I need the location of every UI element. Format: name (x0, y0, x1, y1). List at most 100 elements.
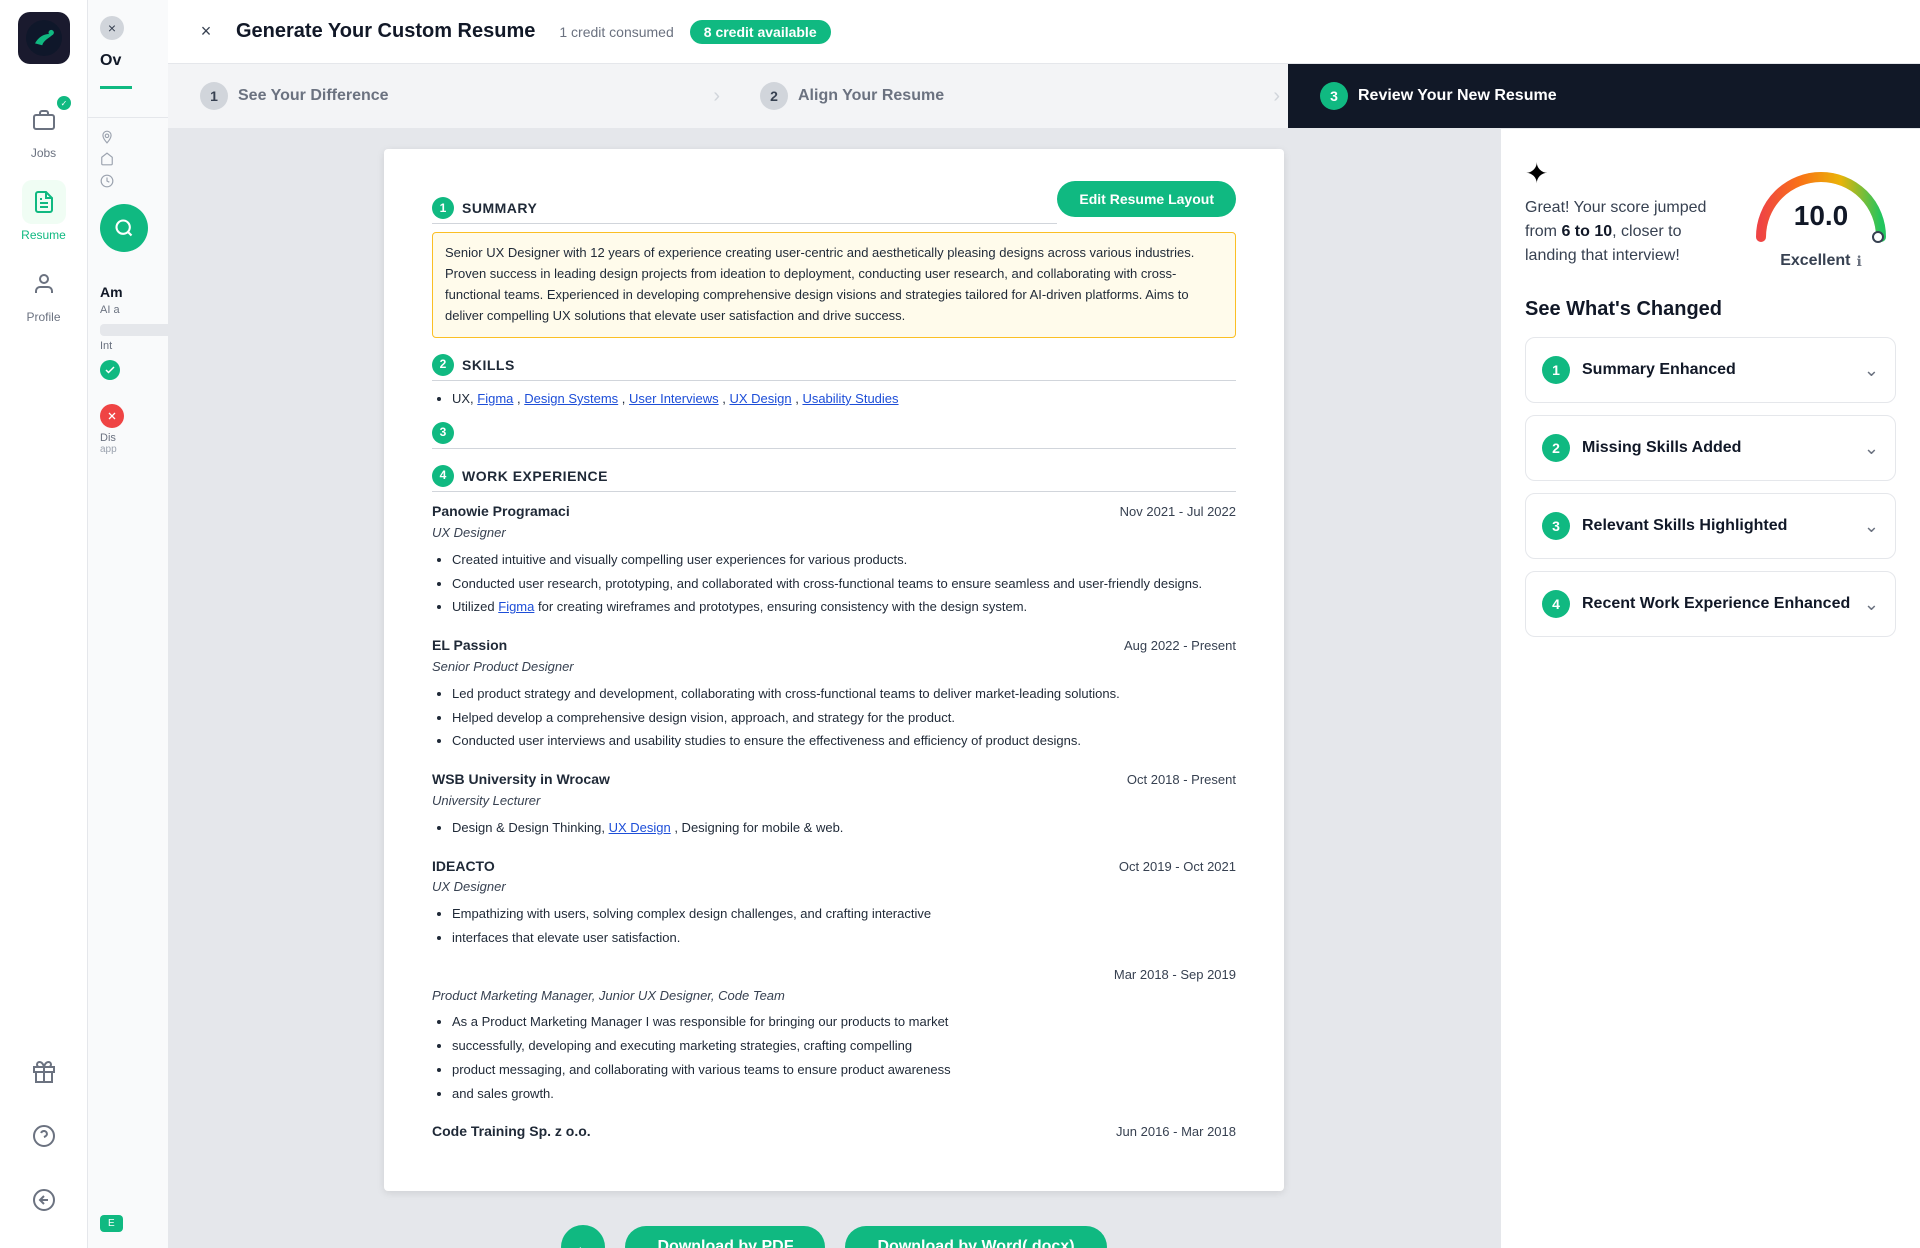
sidebar-item-gift[interactable] (0, 1040, 87, 1104)
bullet-item: As a Product Marketing Manager I was res… (452, 1012, 1236, 1033)
work-section-num: 4 (432, 465, 454, 487)
app-logo[interactable] (18, 12, 70, 64)
pmm-header: Mar 2018 - Sep 2019 (432, 965, 1236, 986)
elpassion-company: EL Passion (432, 634, 507, 656)
modal-close-button[interactable]: × (192, 18, 220, 46)
step-1[interactable]: 1 See Your Difference (168, 64, 705, 128)
credit-consumed-text: 1 credit consumed (559, 24, 673, 40)
chevron-down-icon-2: ⌄ (1864, 438, 1879, 459)
score-message: Great! Your score jumped from 6 to 10, c… (1525, 196, 1726, 268)
codetraining-dates: Jun 2016 - Mar 2018 (1116, 1122, 1236, 1143)
summary-section-num: 1 (432, 197, 454, 219)
sidebar-item-help[interactable] (0, 1104, 87, 1168)
wsb-company: WSB University in Wrocaw (432, 768, 610, 790)
sidebar-item-profile[interactable]: Profile (0, 252, 87, 334)
change-1-num: 1 (1542, 356, 1570, 384)
codetraining-company: Code Training Sp. z o.o. (432, 1120, 591, 1142)
sidebar-resume-label: Resume (21, 228, 66, 242)
step-2-label: Align Your Resume (798, 87, 944, 105)
resume-panel: Edit Resume Layout 1 Summary Senior UX D… (168, 129, 1500, 1248)
dis-icon (100, 404, 124, 428)
summary-text: Senior UX Designer with 12 years of expe… (432, 232, 1236, 337)
sidebar-profile-label: Profile (26, 310, 60, 324)
usability-studies-skill[interactable]: Usability Studies (802, 391, 898, 406)
edit-resume-layout-button[interactable]: Edit Resume Layout (1057, 181, 1236, 217)
sidebar-item-back[interactable] (0, 1168, 87, 1232)
gauge-info-icon[interactable]: ℹ (1856, 253, 1861, 270)
step-3-label: Review Your New Resume (1358, 87, 1557, 105)
step-separator-2: › (1265, 85, 1288, 108)
step-1-label: See Your Difference (238, 87, 389, 105)
figma-link[interactable]: Figma (498, 599, 534, 614)
ideacto-dates: Oct 2019 - Oct 2021 (1119, 857, 1236, 878)
work-entry-codetraining: Code Training Sp. z o.o. Jun 2016 - Mar … (432, 1120, 1236, 1143)
credit-available-badge: 8 credit available (690, 20, 831, 44)
pmm-dates: Mar 2018 - Sep 2019 (1114, 965, 1236, 986)
panowie-header: Panowie Programaci Nov 2021 - Jul 2022 (432, 500, 1236, 523)
design-systems-skill[interactable]: Design Systems (524, 391, 618, 406)
score-section: ✦ Great! Your score jumped from 6 to 10,… (1525, 157, 1896, 270)
ideacto-title: UX Designer (432, 877, 1236, 898)
bullet-item: Design & Design Thinking, UX Design , De… (452, 818, 1236, 839)
bullet-item: Utilized Figma for creating wireframes a… (452, 597, 1236, 618)
work-entry-ideacto: IDEACTO Oct 2019 - Oct 2021 UX Designer … (432, 855, 1236, 949)
bullet-item: interfaces that elevate user satisfactio… (452, 928, 1236, 949)
skills-section-header: 2 Skills (432, 354, 1236, 381)
bottom-bar: ← Download by PDF Download by Word(.docx… (384, 1207, 1284, 1248)
action-btn[interactable] (100, 204, 148, 252)
back-arrow-icon (22, 1178, 66, 1222)
summary-section-header: 1 Summary (432, 197, 1057, 224)
summary-section-title: Summary (462, 197, 537, 219)
sidebar: ✓ Jobs Resume Profile (0, 0, 88, 1248)
user-interviews-skill[interactable]: User Interviews (629, 391, 719, 406)
resume-document: Edit Resume Layout 1 Summary Senior UX D… (384, 149, 1284, 1191)
chevron-down-icon-1: ⌄ (1864, 360, 1879, 381)
back-button[interactable]: ← (561, 1225, 605, 1248)
modal-title: Generate Your Custom Resume (236, 20, 535, 43)
change-item-relevant-skills[interactable]: 3 Relevant Skills Highlighted ⌄ (1525, 493, 1896, 559)
download-pdf-button[interactable]: Download by PDF (625, 1226, 825, 1248)
elpassion-dates: Aug 2022 - Present (1124, 636, 1236, 657)
gauge-svg: 10.0 (1746, 157, 1896, 247)
elpassion-title: Senior Product Designer (432, 657, 1236, 678)
skills-section-num: 2 (432, 354, 454, 376)
bullet-item: Led product strategy and development, co… (452, 684, 1236, 705)
bullet-item: Helped develop a comprehensive design vi… (452, 708, 1236, 729)
jobs-badge: ✓ (57, 96, 71, 110)
overview-underline (100, 86, 132, 89)
change-3-num: 3 (1542, 512, 1570, 540)
wsb-bullets: Design & Design Thinking, UX Design , De… (452, 818, 1236, 839)
checkmark (100, 360, 120, 380)
score-from: 6 to 10 (1561, 223, 1612, 240)
sidebar-item-jobs[interactable]: ✓ Jobs (0, 88, 87, 170)
sidebar-item-resume[interactable]: Resume (0, 170, 87, 252)
ideacto-header: IDEACTO Oct 2019 - Oct 2021 (432, 855, 1236, 878)
work-entry-pmm: Mar 2018 - Sep 2019 Product Marketing Ma… (432, 965, 1236, 1105)
change-item-missing-skills[interactable]: 2 Missing Skills Added ⌄ (1525, 415, 1896, 481)
step-2[interactable]: 2 Align Your Resume (728, 64, 1265, 128)
step-3[interactable]: 3 Review Your New Resume (1288, 64, 1920, 128)
change-3-label: Relevant Skills Highlighted (1582, 517, 1852, 535)
change-item-summary[interactable]: 1 Summary Enhanced ⌄ (1525, 337, 1896, 403)
ux-design-skill[interactable]: UX Design (729, 391, 791, 406)
ux-design-link[interactable]: UX Design (609, 820, 671, 835)
gauge-container: 10.0 Excellent ℹ (1746, 157, 1896, 270)
panowie-bullets: Created intuitive and visually compellin… (452, 550, 1236, 618)
score-text: ✦ Great! Your score jumped from 6 to 10,… (1525, 157, 1726, 268)
change-item-work-experience[interactable]: 4 Recent Work Experience Enhanced ⌄ (1525, 571, 1896, 637)
figma-skill[interactable]: Figma (477, 391, 513, 406)
e-badge: E (100, 1215, 123, 1232)
panowie-dates: Nov 2021 - Jul 2022 (1120, 502, 1236, 523)
elpassion-header: EL Passion Aug 2022 - Present (432, 634, 1236, 657)
chevron-down-icon-3: ⌄ (1864, 516, 1879, 537)
wsb-title: University Lecturer (432, 791, 1236, 812)
elpassion-bullets: Led product strategy and development, co… (452, 684, 1236, 752)
work-entry-elpassion: EL Passion Aug 2022 - Present Senior Pro… (432, 634, 1236, 752)
bullet-item: successfully, developing and executing m… (452, 1036, 1236, 1057)
left-panel-close[interactable]: × (100, 16, 124, 40)
bullet-item: Conducted user research, prototyping, an… (452, 574, 1236, 595)
download-word-button[interactable]: Download by Word(.docx) (845, 1226, 1106, 1248)
change-1-label: Summary Enhanced (1582, 361, 1852, 379)
star-icon: ✦ (1525, 157, 1726, 190)
skill-item: UX, Figma , Design Systems , User Interv… (452, 389, 1236, 410)
